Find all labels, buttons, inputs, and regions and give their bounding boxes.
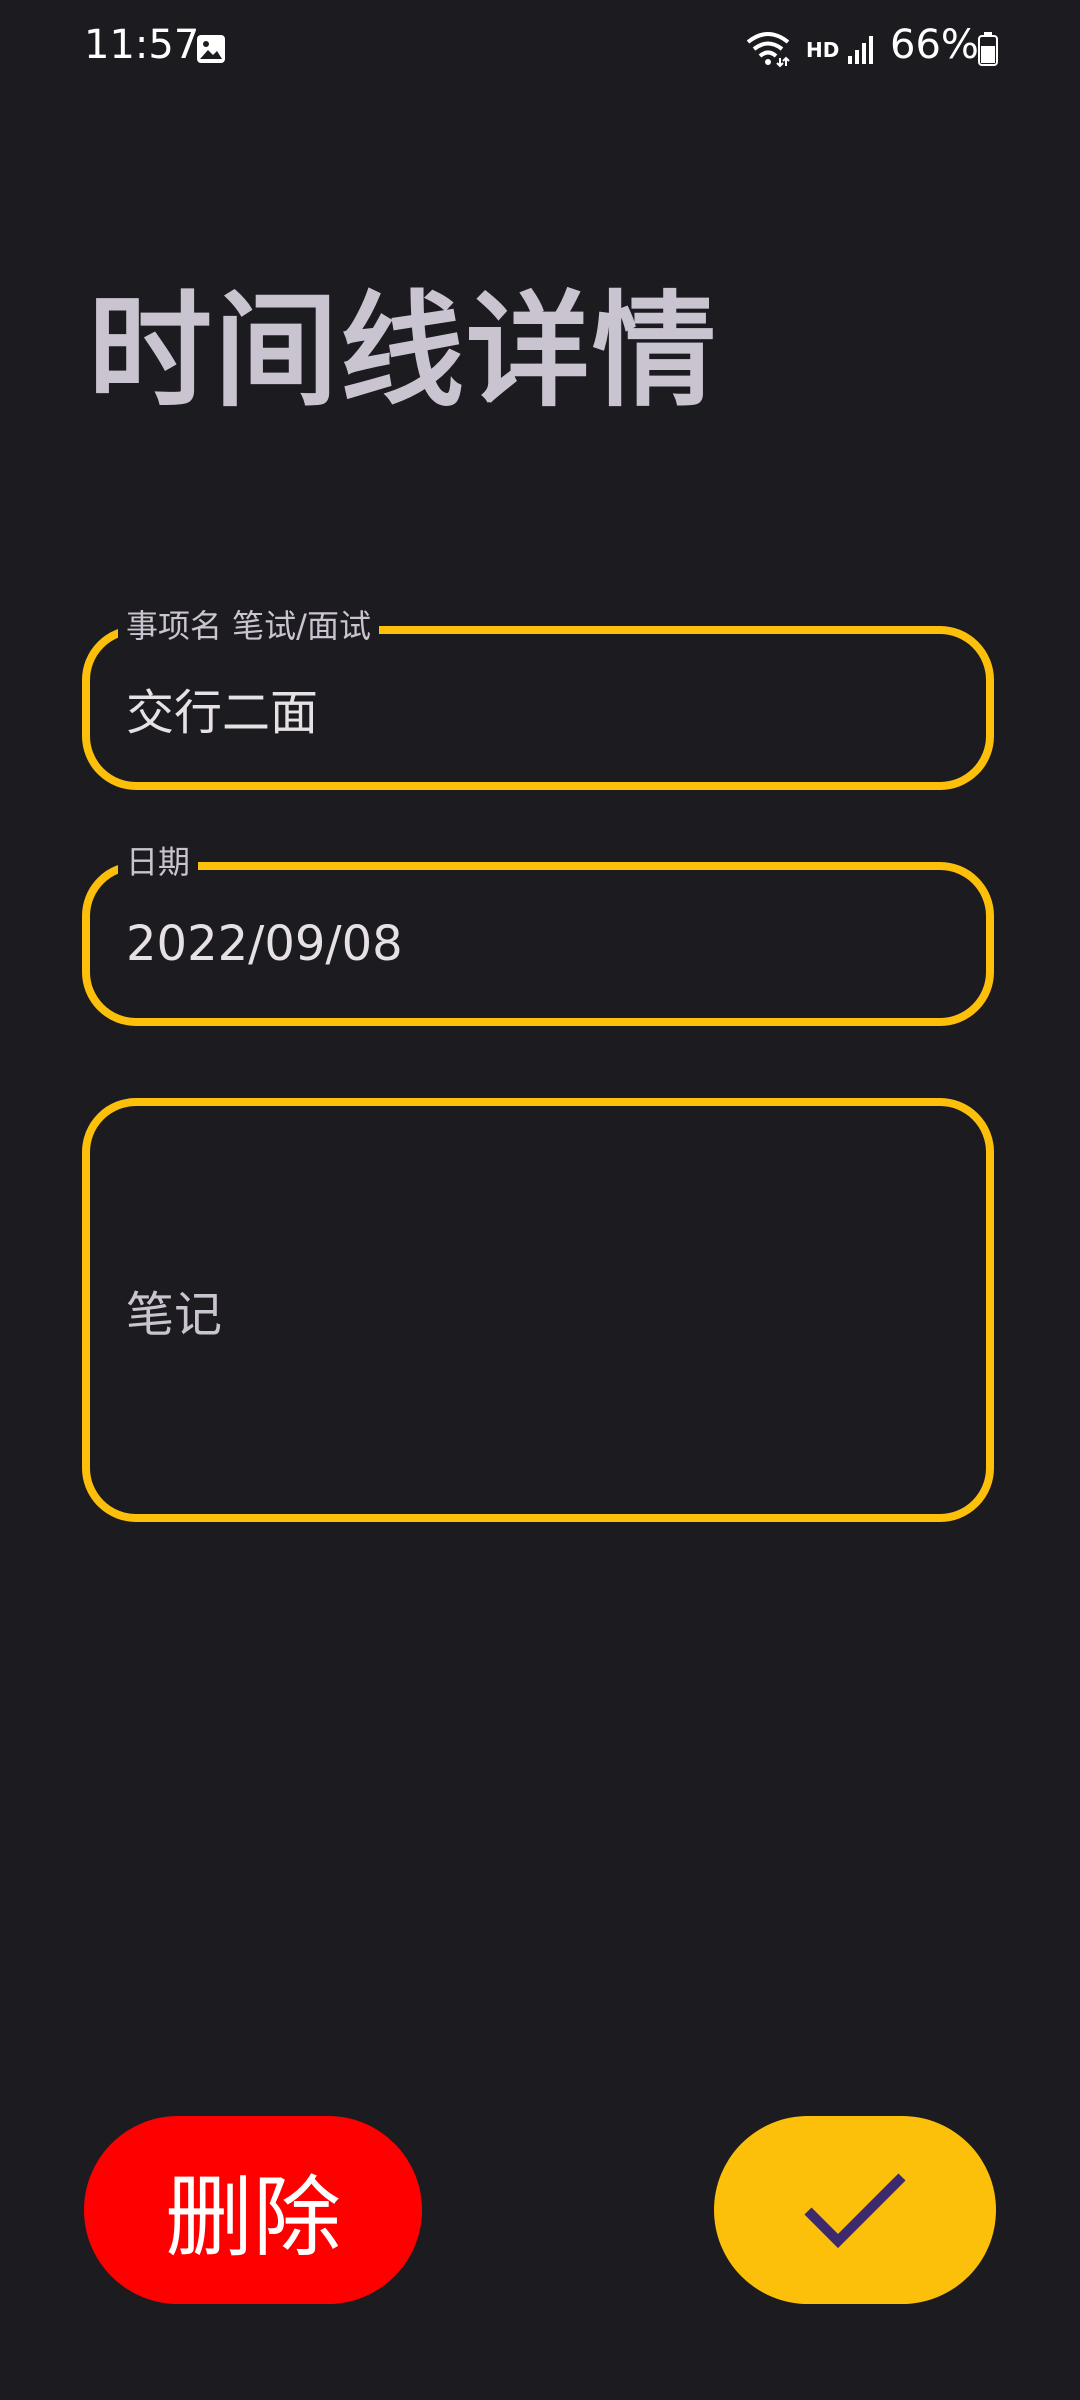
event-name-field[interactable]: 事项名 笔试/面试 交行二面 xyxy=(82,604,994,790)
status-bar: 11:57 HD 66% xyxy=(0,0,1080,100)
battery-icon xyxy=(978,32,998,66)
page-title: 时间线详情 xyxy=(88,280,719,424)
network-type-label: HD xyxy=(806,38,840,62)
date-field[interactable]: 日期 2022/09/08 xyxy=(82,840,994,1026)
notes-field[interactable]: 笔记 xyxy=(82,1098,994,1522)
wifi-icon xyxy=(746,32,790,68)
date-input[interactable]: 2022/09/08 xyxy=(126,916,946,972)
check-icon xyxy=(804,2173,906,2249)
date-label: 日期 xyxy=(118,840,199,884)
battery-percent: 66% xyxy=(890,22,979,68)
delete-button[interactable]: 删除 xyxy=(84,2116,422,2304)
delete-button-label: 删除 xyxy=(164,2165,341,2269)
event-name-label: 事项名 笔试/面试 xyxy=(118,604,379,648)
notes-input[interactable]: 笔记 xyxy=(126,1275,222,1345)
signal-icon xyxy=(848,36,873,64)
status-time: 11:57 xyxy=(84,22,200,68)
gallery-icon xyxy=(197,35,225,63)
confirm-button[interactable] xyxy=(714,2116,996,2304)
event-name-input[interactable]: 交行二面 xyxy=(126,673,946,743)
